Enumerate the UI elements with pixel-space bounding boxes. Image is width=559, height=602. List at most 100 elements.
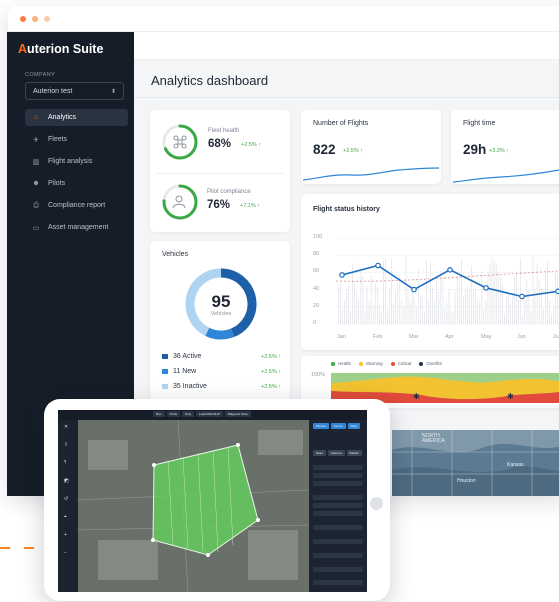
close-dot-icon[interactable] bbox=[20, 15, 26, 22]
sidebar-item-asset-management[interactable]: ▭ Asset management bbox=[25, 219, 128, 236]
plan-toolbar-button[interactable]: Waypoint Scan bbox=[224, 411, 251, 417]
volume-bar bbox=[557, 274, 558, 324]
volume-bar bbox=[364, 311, 366, 324]
volume-bar bbox=[553, 306, 554, 324]
sidebar-item-flight-analysis[interactable]: ▥ Flight analysis bbox=[25, 153, 128, 170]
return-icon[interactable]: ↺ bbox=[64, 496, 68, 502]
setting-row[interactable] bbox=[313, 481, 363, 486]
data-point-jan[interactable] bbox=[339, 272, 345, 278]
volume-bar bbox=[545, 268, 546, 324]
volume-bar bbox=[551, 314, 552, 324]
setting-row[interactable] bbox=[313, 567, 363, 572]
volume-bar bbox=[543, 308, 544, 324]
band-legend-label: Overfits bbox=[426, 361, 442, 366]
volume-bar bbox=[385, 257, 386, 324]
plan-toolbar-button[interactable]: Load KML/SHP bbox=[196, 411, 223, 417]
legend-active-delta: +2.5% ↑ bbox=[261, 354, 282, 360]
data-point-apr[interactable] bbox=[447, 267, 453, 273]
data-point-may[interactable] bbox=[483, 285, 489, 291]
y-tick-label: 60 bbox=[313, 268, 320, 275]
flight-time-value: 29h bbox=[463, 142, 487, 157]
setting-row[interactable] bbox=[313, 580, 363, 585]
volume-bar bbox=[520, 258, 522, 324]
setting-row[interactable] bbox=[313, 495, 363, 500]
panel-subtab[interactable]: Camera bbox=[327, 450, 345, 456]
volume-bar bbox=[522, 315, 524, 324]
volume-bar bbox=[428, 301, 429, 324]
band-legend-item: Warning bbox=[359, 361, 383, 366]
setting-row[interactable] bbox=[313, 539, 363, 544]
inactive-swatch bbox=[162, 384, 168, 389]
sidebar-item-fleets[interactable]: ✈ Fleets bbox=[25, 131, 128, 148]
volume-bar bbox=[401, 299, 403, 324]
upload-icon[interactable]: ⇪ bbox=[64, 442, 68, 448]
center-icon[interactable]: ⌖ bbox=[64, 514, 67, 520]
sidebar-item-pilots[interactable]: ☻ Pilots bbox=[25, 175, 128, 192]
volume-bar bbox=[555, 273, 556, 324]
legend-inactive: 35 Inactive bbox=[162, 383, 207, 390]
volume-bar bbox=[420, 294, 421, 324]
volume-bar bbox=[417, 269, 419, 324]
volume-bar bbox=[493, 260, 495, 324]
volume-bar bbox=[489, 264, 491, 324]
tablet-home-button[interactable] bbox=[370, 497, 383, 510]
close-icon[interactable]: ✕ bbox=[64, 424, 68, 430]
volume-bar bbox=[362, 276, 364, 324]
volume-bar bbox=[432, 287, 433, 324]
plan-toolbar-button[interactable]: Poly bbox=[182, 411, 195, 417]
zoom-out-icon[interactable]: − bbox=[64, 550, 67, 556]
vehicles-total: 95 bbox=[211, 292, 231, 311]
minimize-dot-icon[interactable] bbox=[32, 15, 38, 22]
pattern-icon[interactable]: ◩ bbox=[64, 478, 69, 484]
panel-subtab[interactable]: Pattern bbox=[346, 450, 363, 456]
volume-bar bbox=[413, 296, 415, 324]
x-tick-label: Mar bbox=[409, 334, 419, 340]
setting-row[interactable] bbox=[313, 473, 363, 478]
volume-bar bbox=[508, 294, 509, 324]
setting-row[interactable] bbox=[313, 465, 363, 470]
volume-bar bbox=[530, 310, 532, 324]
sidebar-item-compliance-report[interactable]: ⎙ Compliance report bbox=[25, 197, 128, 214]
new-swatch bbox=[162, 369, 168, 374]
data-point-jun[interactable] bbox=[519, 293, 525, 300]
sidebar-item-label: Analytics bbox=[48, 114, 77, 121]
volume-bar bbox=[340, 282, 341, 324]
setting-row[interactable] bbox=[313, 511, 363, 516]
volume-bar bbox=[532, 256, 534, 324]
volume-bar bbox=[438, 291, 440, 324]
company-select[interactable]: Auterion test ⬍ bbox=[25, 82, 124, 100]
y-tick-label: 0 bbox=[313, 320, 317, 326]
panel-subtab[interactable]: Scan bbox=[313, 450, 326, 456]
panel-tab[interactable]: Mission bbox=[313, 423, 330, 429]
band-legend-label: Health bbox=[338, 361, 352, 366]
volume-bar bbox=[358, 298, 360, 324]
volume-bar bbox=[348, 285, 349, 324]
decor-dash bbox=[24, 547, 34, 549]
band-legend-label: Critical bbox=[397, 361, 412, 366]
sidebar-item-analytics[interactable]: ⌂ Analytics bbox=[25, 109, 128, 126]
zoom-in-icon[interactable]: + bbox=[64, 532, 67, 538]
panel-tab[interactable]: Rally bbox=[347, 423, 361, 429]
brand-logo[interactable]: Auterion Suite bbox=[7, 32, 134, 66]
volume-bar bbox=[469, 289, 470, 324]
volume-bar bbox=[368, 301, 370, 324]
setting-row[interactable] bbox=[313, 503, 363, 508]
volume-bar bbox=[499, 277, 501, 324]
volume-bar bbox=[372, 306, 374, 324]
setting-row[interactable] bbox=[313, 525, 363, 530]
band-legend-item: Overfits bbox=[419, 361, 442, 366]
asset-icon: ▭ bbox=[32, 224, 40, 232]
volume-bar bbox=[502, 282, 503, 324]
decor-dash bbox=[0, 547, 10, 549]
takeoff-icon[interactable]: ⤒ bbox=[64, 460, 66, 466]
analytics-icon: ⌂ bbox=[33, 114, 39, 121]
plan-toolbar-button[interactable]: Run bbox=[153, 411, 165, 417]
panel-tab[interactable]: Fence bbox=[331, 423, 346, 429]
maximize-dot-icon[interactable] bbox=[44, 15, 50, 22]
volume-bar bbox=[424, 311, 425, 324]
marketing-stage: Auterion Suite COMPANY Auterion test ⬍ ⌂… bbox=[0, 0, 559, 602]
data-point-feb[interactable] bbox=[375, 262, 381, 269]
setting-row[interactable] bbox=[313, 553, 363, 558]
plan-toolbar-button[interactable]: Circle bbox=[166, 411, 181, 417]
data-point-mar[interactable] bbox=[411, 286, 417, 293]
